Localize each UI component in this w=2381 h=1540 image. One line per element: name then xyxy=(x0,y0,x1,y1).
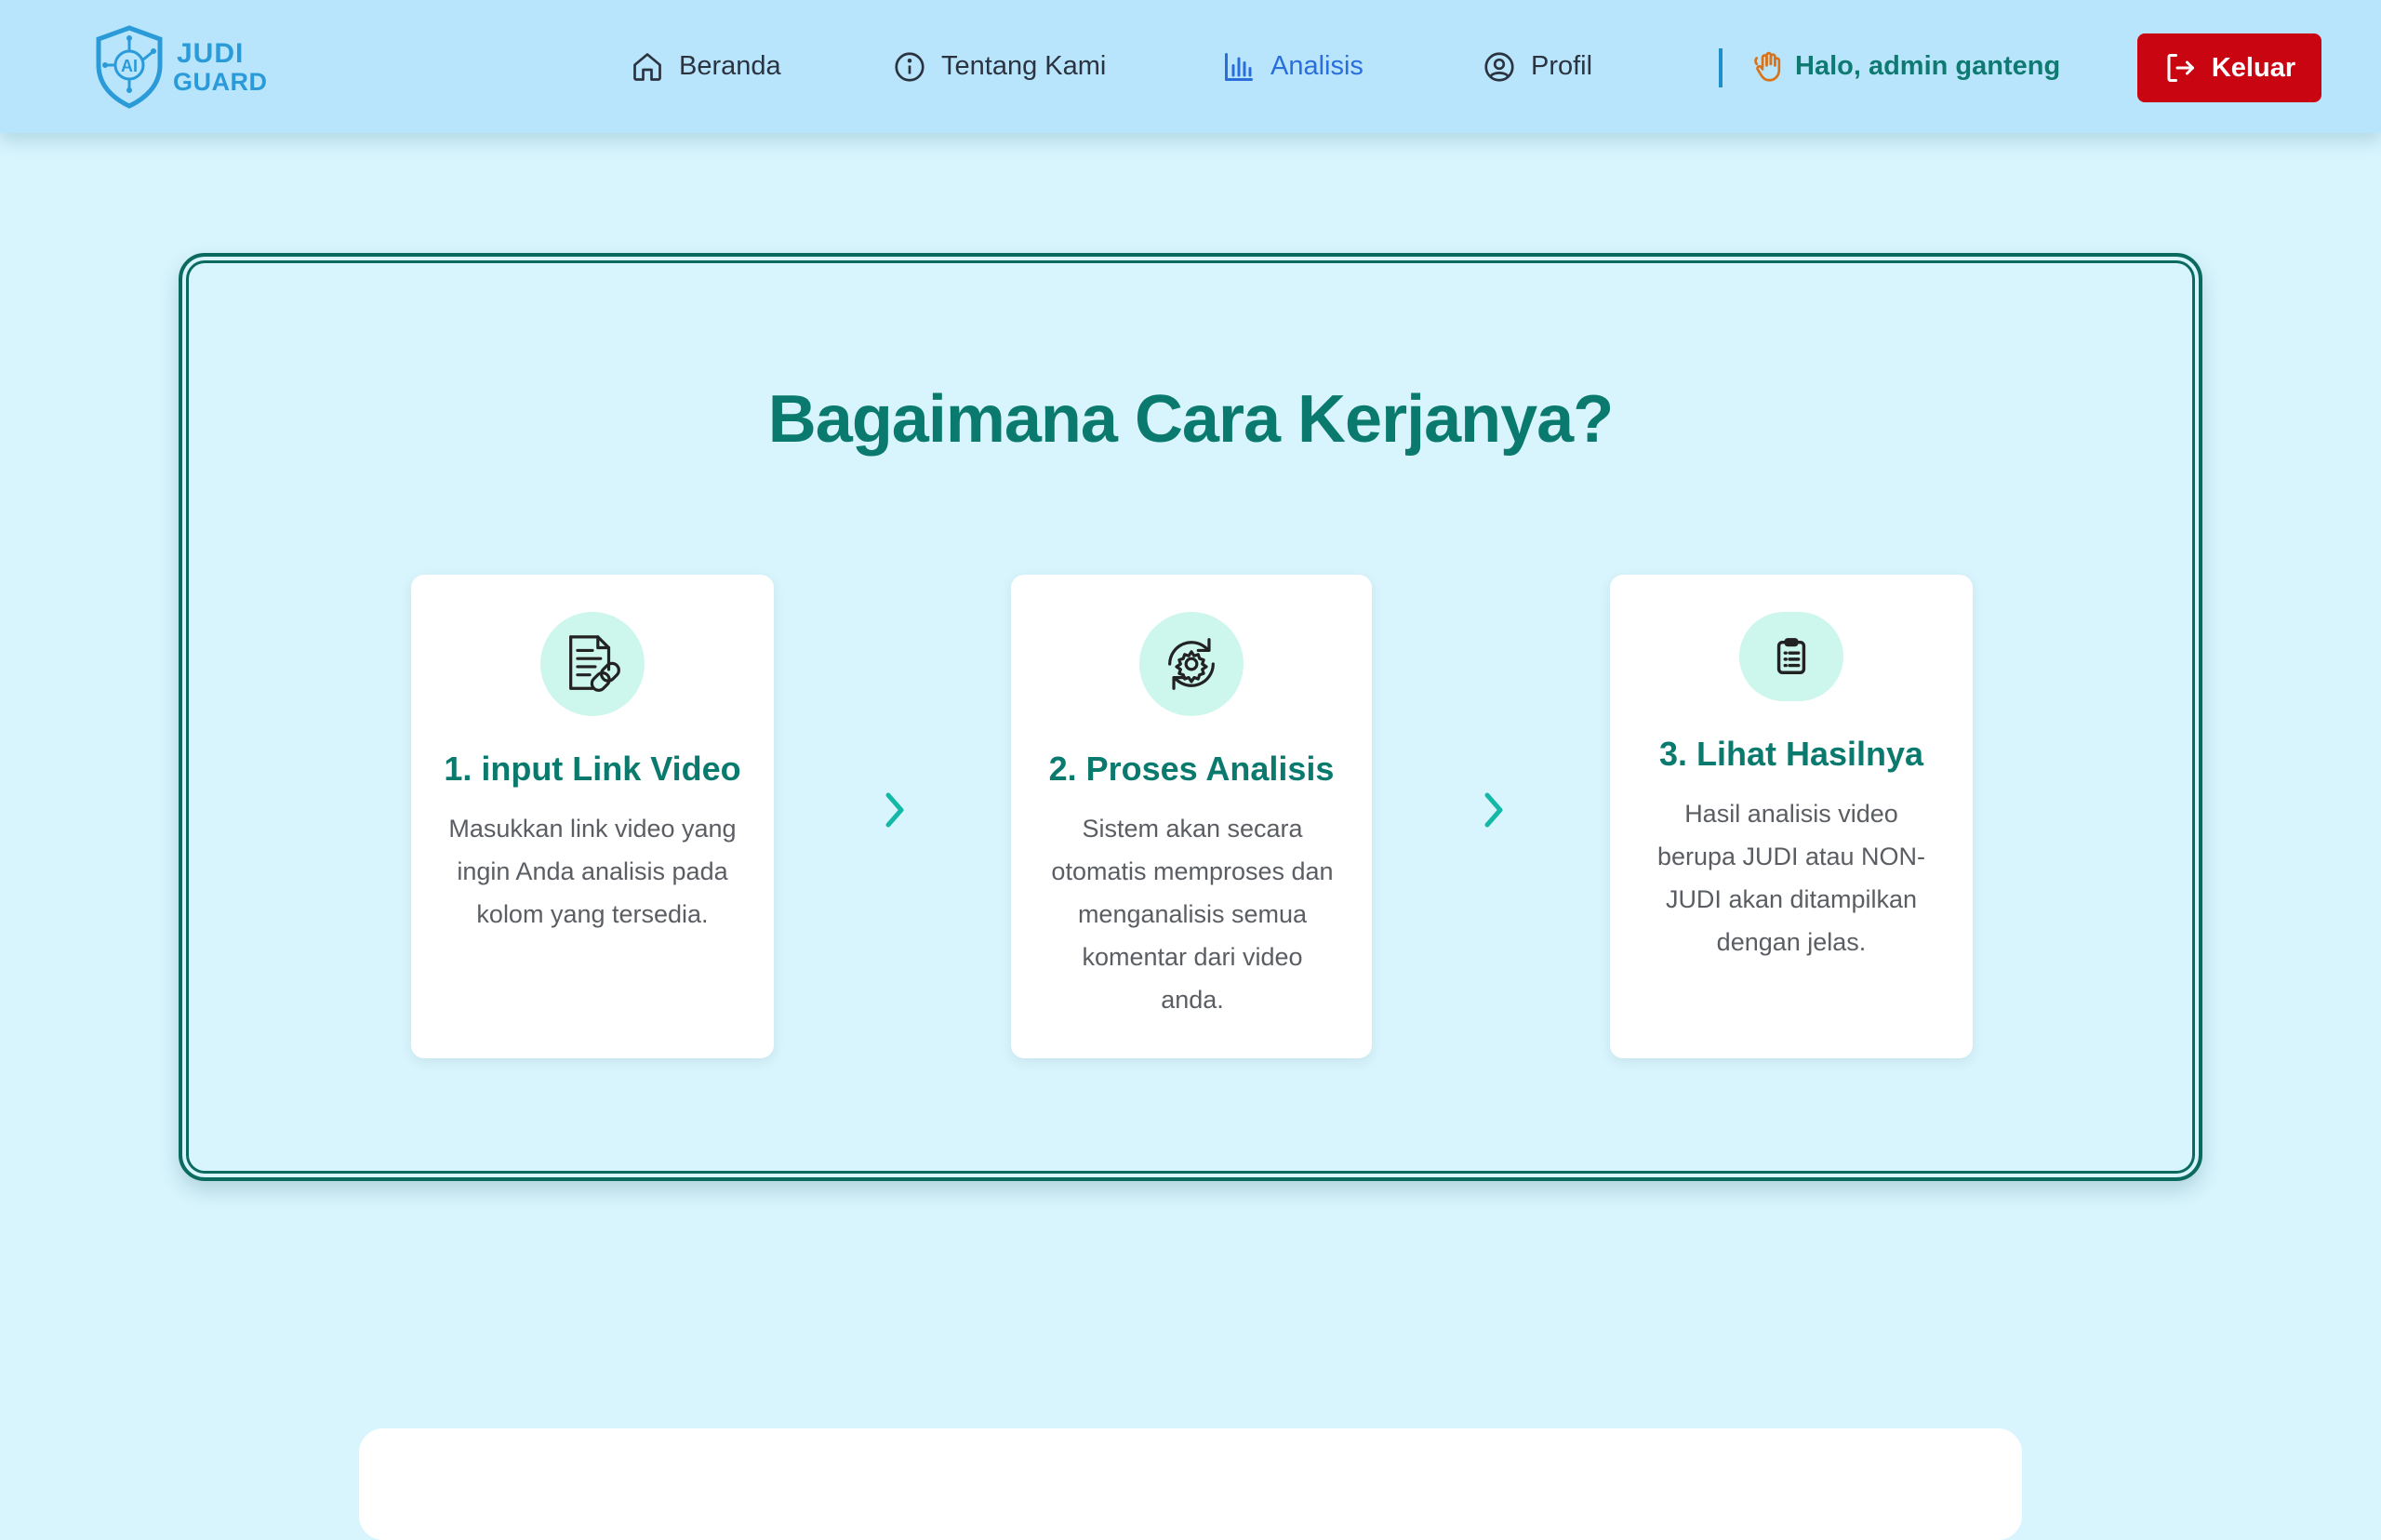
nav-label-analisis: Analisis xyxy=(1270,51,1363,81)
nav-divider xyxy=(1719,48,1723,87)
step-icon-circle xyxy=(1739,612,1843,701)
nav-item-analisis[interactable]: Analisis xyxy=(1222,0,1363,133)
top-navbar: AI JUDI GUARD Beranda Tentang Kami Anali… xyxy=(0,0,2381,133)
step-icon-circle xyxy=(1139,612,1244,716)
step-title-1: 1. input Link Video xyxy=(444,750,741,788)
gear-refresh-icon xyxy=(1168,638,1215,690)
nav-label-beranda: Beranda xyxy=(679,51,781,81)
how-it-works-section: Bagaimana Cara Kerjanya? 1. input Link V… xyxy=(179,253,2202,1181)
analysis-input-card xyxy=(359,1428,2022,1540)
user-circle-icon xyxy=(1483,50,1516,84)
svg-text:AI: AI xyxy=(121,57,138,75)
logout-label: Keluar xyxy=(2211,52,2296,83)
info-icon xyxy=(893,50,926,84)
brand-line1: JUDI xyxy=(177,37,245,69)
brand-line2: GUARD xyxy=(173,67,268,96)
logout-button[interactable]: Keluar xyxy=(2137,33,2321,102)
clipboard-list-icon xyxy=(1776,638,1806,674)
step-card-2: 2. Proses Analisis Sistem akan secara ot… xyxy=(1011,575,1372,1058)
logout-icon xyxy=(2163,51,2197,85)
step-card-1: 1. input Link Video Masukkan link video … xyxy=(411,575,774,1058)
bar-chart-icon xyxy=(1222,50,1256,84)
step-text-2: Sistem akan secara otomatis memproses da… xyxy=(1051,815,1334,1014)
step-title-3: 3. Lihat Hasilnya xyxy=(1658,735,1924,773)
waving-hand-icon xyxy=(1752,49,1788,85)
step-text-3: Hasil analisis video berupa JUDI atau NO… xyxy=(1656,800,1926,956)
document-link-icon xyxy=(569,635,620,692)
nav-item-beranda[interactable]: Beranda xyxy=(631,0,781,133)
home-icon xyxy=(631,50,664,84)
brand-logo[interactable]: AI JUDI GUARD xyxy=(93,24,268,110)
nav-label-profil: Profil xyxy=(1531,51,1593,81)
brand-name: JUDI GUARD xyxy=(173,37,268,96)
section-title: Bagaimana Cara Kerjanya? xyxy=(767,382,1614,457)
chevron-right-icon xyxy=(1475,787,1512,833)
step-card-3: 3. Lihat Hasilnya Hasil analisis video b… xyxy=(1610,575,1973,1058)
shield-ai-logo-icon: AI xyxy=(96,25,163,109)
step-icon-circle xyxy=(540,612,645,716)
greeting-text: Halo, admin ganteng xyxy=(1795,51,2061,81)
user-greeting: Halo, admin ganteng xyxy=(1752,0,2060,133)
step-text-1: Masukkan link video yang ingin Anda anal… xyxy=(448,815,737,928)
nav-item-profil[interactable]: Profil xyxy=(1483,0,1592,133)
step-title-2: 2. Proses Analisis xyxy=(1048,750,1335,788)
chevron-right-icon xyxy=(876,787,913,833)
nav-label-tentang-kami: Tentang Kami xyxy=(941,51,1107,81)
nav-item-tentang-kami[interactable]: Tentang Kami xyxy=(893,0,1106,133)
